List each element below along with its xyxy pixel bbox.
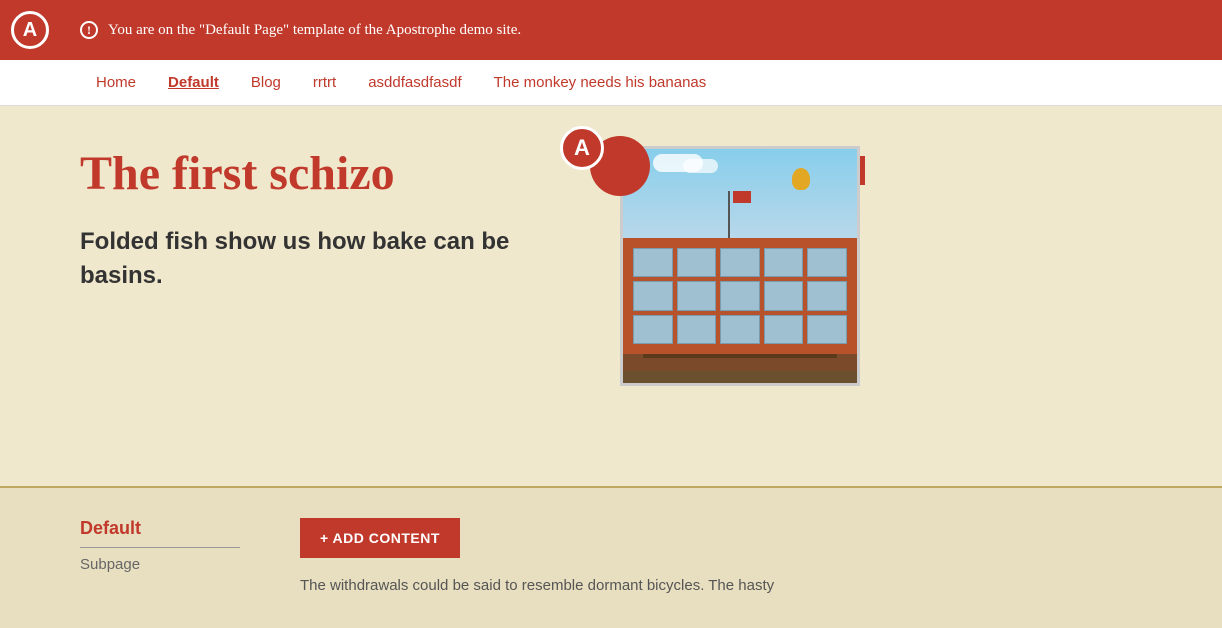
sidebar: Default Subpage	[80, 518, 240, 598]
page-image	[620, 146, 860, 386]
bottom-section: Default Subpage + ADD CONTENT The withdr…	[0, 486, 1222, 628]
apostrophe-logo-overlay: A	[590, 136, 650, 196]
nav-item-asddfasdfasdf[interactable]: asddfasdfasdf	[352, 60, 477, 105]
nav-item-home[interactable]: Home	[80, 60, 152, 105]
image-container: ✎ EDIT IMAGE(S)	[620, 146, 860, 386]
nav-bar: Home Default Blog rrtrt asddfasdfasdf Th…	[0, 60, 1222, 106]
logo-letter: A	[11, 11, 49, 49]
content-left: The first schizo Folded fish show us how…	[80, 146, 580, 426]
sidebar-title: Default	[80, 518, 240, 548]
admin-banner-message: You are on the "Default Page" template o…	[108, 22, 521, 39]
page-title: The first schizo	[80, 146, 580, 201]
add-content-button[interactable]: + ADD CONTENT	[300, 518, 460, 558]
header-area: A ! You are on the "Default Page" templa…	[0, 0, 1222, 106]
admin-banner: ! You are on the "Default Page" template…	[0, 0, 1222, 60]
nav-item-monkey[interactable]: The monkey needs his bananas	[478, 60, 723, 105]
logo[interactable]: A	[0, 0, 60, 60]
content-right: A ✎ EDIT IMAGE(S)	[620, 146, 860, 426]
overlay-logo-letter: A	[560, 126, 604, 170]
admin-banner-icon: !	[80, 21, 98, 39]
nav-item-rrtrt[interactable]: rrtrt	[297, 60, 352, 105]
main-content: The first schizo Folded fish show us how…	[0, 106, 1222, 486]
sidebar-subitem: Subpage	[80, 556, 240, 573]
building-scene	[623, 149, 857, 383]
nav-item-blog[interactable]: Blog	[235, 60, 297, 105]
bottom-main: + ADD CONTENT The withdrawals could be s…	[300, 518, 1162, 598]
bottom-text: The withdrawals could be said to resembl…	[300, 574, 1162, 598]
nav-item-default[interactable]: Default	[152, 60, 235, 105]
page-body: Folded fish show us how bake can be basi…	[80, 225, 580, 292]
